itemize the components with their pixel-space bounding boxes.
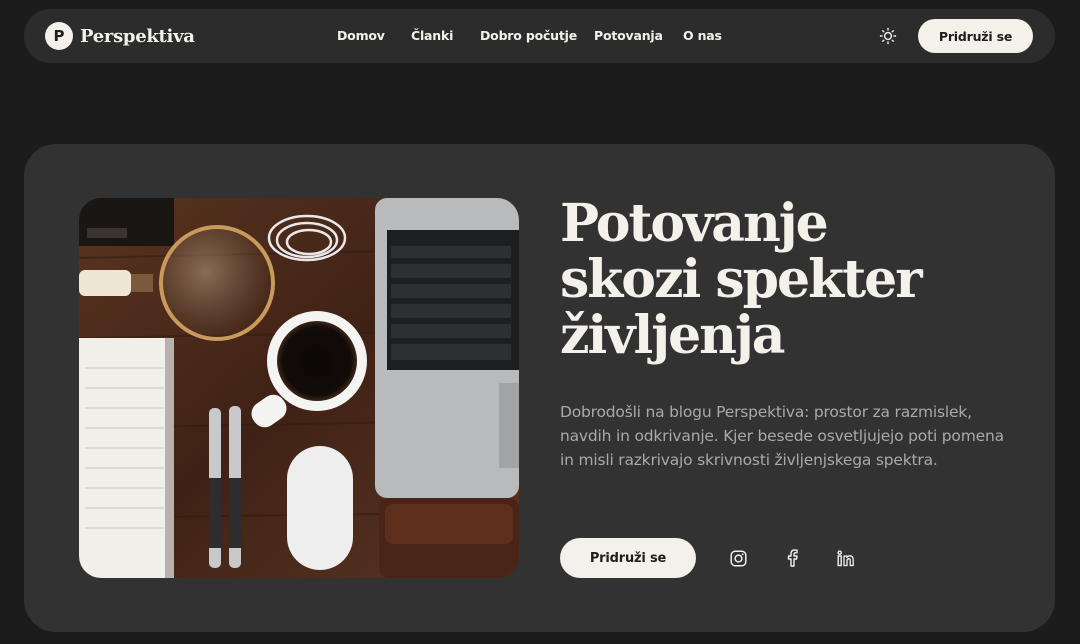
hero-title-line-1: Potovanje xyxy=(560,193,829,254)
hero-title-line-3: življenja xyxy=(560,305,785,366)
instagram-icon[interactable] xyxy=(727,547,749,569)
top-navbar: P Perspektiva Domov Članki Dobro počutje… xyxy=(24,9,1055,63)
sun-icon[interactable] xyxy=(878,26,898,46)
brand-mark: P xyxy=(45,22,73,50)
nav-link-home[interactable]: Domov xyxy=(337,28,385,43)
join-button-hero[interactable]: Pridruži se xyxy=(560,538,696,578)
nav-link-about[interactable]: O nas xyxy=(683,28,722,43)
nav-link-wellbeing[interactable]: Dobro počutje xyxy=(480,28,577,43)
nav-link-articles[interactable]: Članki xyxy=(411,28,453,43)
brand-name: Perspektiva xyxy=(80,25,195,47)
hero-description: Dobrodošli na blogu Perspektiva: prostor… xyxy=(560,403,1004,469)
hero-card: Potovanje skozi spekter življenja Dobrod… xyxy=(24,144,1055,632)
hero-title: Potovanje skozi spekter življenja xyxy=(560,196,1030,364)
linkedin-icon[interactable] xyxy=(835,547,857,569)
join-button-nav[interactable]: Pridruži se xyxy=(918,19,1033,53)
hero-image xyxy=(79,198,519,578)
nav-link-travel[interactable]: Potovanja xyxy=(594,28,663,43)
hero-title-line-2: skozi spekter xyxy=(560,249,923,310)
brand-logo[interactable]: P Perspektiva xyxy=(45,22,195,50)
facebook-icon[interactable] xyxy=(781,547,803,569)
